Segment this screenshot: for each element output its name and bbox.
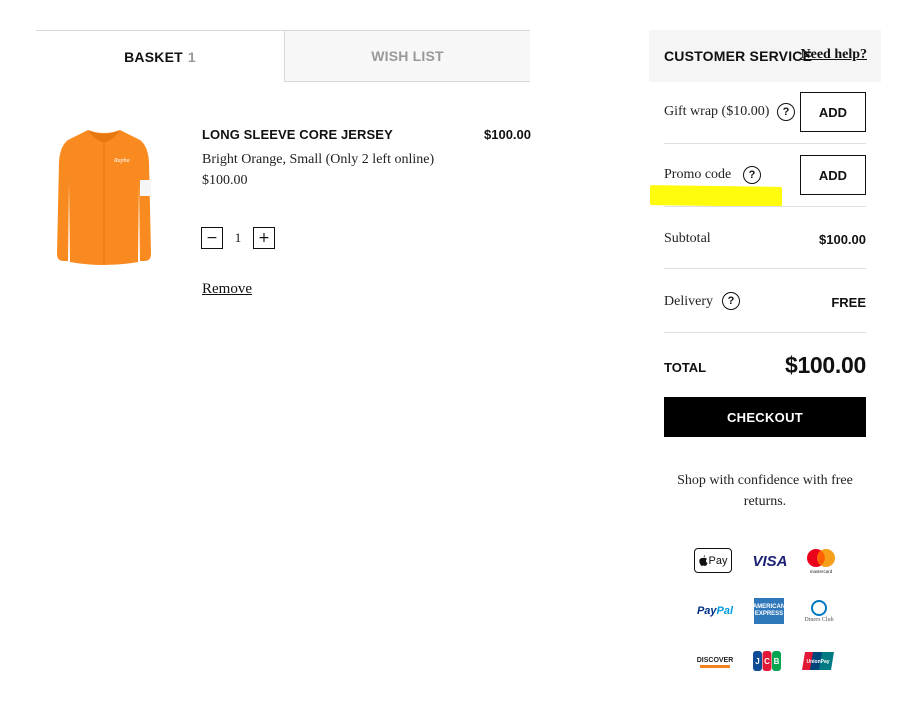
discover-icon: DISCOVER [696, 653, 734, 671]
gift-wrap-help-icon[interactable]: ? [777, 103, 795, 121]
svg-text:B: B [774, 657, 780, 666]
mastercard-icon: mastercard [804, 547, 838, 575]
customer-service-bar: CUSTOMER SERVICE Need help? [649, 30, 881, 82]
gift-wrap-add-button[interactable]: ADD [800, 92, 866, 132]
tab-basket-count: 1 [187, 48, 196, 65]
promo-code-row: Promo code ? ADD [664, 155, 866, 195]
jersey-product-image[interactable]: Rapha [48, 122, 160, 272]
total-label: TOTAL [664, 360, 707, 375]
divider [664, 268, 866, 269]
discover-stripe [700, 664, 730, 668]
quantity-increase-button[interactable]: + [253, 227, 275, 249]
delivery-label: Delivery [664, 294, 713, 309]
delivery-help-icon[interactable]: ? [722, 292, 740, 310]
delivery-row: Delivery ? FREE [664, 291, 866, 315]
paypal-text-pal: Pal [716, 605, 734, 617]
divider [664, 206, 866, 207]
product-line-total: $100.00 [484, 127, 531, 142]
subtotal-row: Subtotal $100.00 [664, 228, 866, 252]
need-help-link[interactable]: Need help? [801, 47, 868, 63]
promo-code-help-icon[interactable]: ? [743, 166, 761, 184]
tab-basket[interactable]: BASKET 1 [36, 30, 284, 82]
divider [664, 332, 866, 333]
apple-pay-icon: Pay [694, 548, 732, 573]
gift-wrap-row: Gift wrap ($10.00) ? ADD [664, 92, 866, 132]
total-value: $100.00 [784, 352, 866, 378]
divider [664, 143, 866, 144]
product-variant: Bright Orange, Small (Only 2 left online… [202, 152, 435, 167]
diners-club-text: Diners Club [804, 616, 834, 623]
delivery-value: FREE [831, 295, 866, 310]
remove-item-link[interactable]: Remove [202, 281, 252, 298]
svg-text:UnionPay: UnionPay [806, 659, 829, 665]
paypal-icon: Pay Pal [694, 600, 736, 622]
product-unit-price: $100.00 [202, 173, 248, 188]
unionpay-icon: UnionPay [802, 651, 834, 671]
jcb-icon: J C B [752, 650, 782, 672]
basket-tabs: BASKET 1 WISH LIST [36, 30, 530, 82]
quantity-value: 1 [234, 230, 242, 245]
tab-wish-list[interactable]: WISH LIST [284, 30, 530, 82]
diners-club-ring-icon [811, 599, 827, 616]
subtotal-label: Subtotal [664, 231, 711, 246]
amex-icon: AMERICAN EXPRESS [753, 598, 785, 624]
diners-club-icon: Diners Club [802, 597, 836, 625]
tab-wish-list-label: WISH LIST [371, 48, 444, 64]
visa-icon: VISA [752, 552, 788, 570]
gift-wrap-label: Gift wrap ($10.00) [664, 104, 770, 119]
customer-service-title: CUSTOMER SERVICE [664, 48, 813, 64]
paypal-text-pay: Pay [696, 605, 717, 617]
apple-pay-text: Pay [708, 554, 728, 567]
discover-text: DISCOVER [696, 656, 734, 664]
svg-text:Rapha: Rapha [113, 158, 130, 164]
svg-text:C: C [764, 657, 770, 666]
promo-code-label[interactable]: Promo code [664, 167, 731, 183]
returns-confidence-text: Shop with confidence with free returns. [677, 473, 853, 509]
product-name[interactable]: LONG SLEEVE CORE JERSEY [202, 127, 393, 142]
quantity-stepper: − 1 + [201, 226, 275, 250]
tab-basket-label: BASKET [124, 48, 183, 65]
checkout-button[interactable]: CHECKOUT [664, 397, 866, 437]
promo-code-add-button[interactable]: ADD [800, 155, 866, 195]
subtotal-value: $100.00 [819, 232, 866, 247]
quantity-decrease-button[interactable]: − [201, 227, 223, 249]
mastercard-text: mastercard [810, 569, 833, 574]
svg-text:J: J [755, 657, 759, 666]
